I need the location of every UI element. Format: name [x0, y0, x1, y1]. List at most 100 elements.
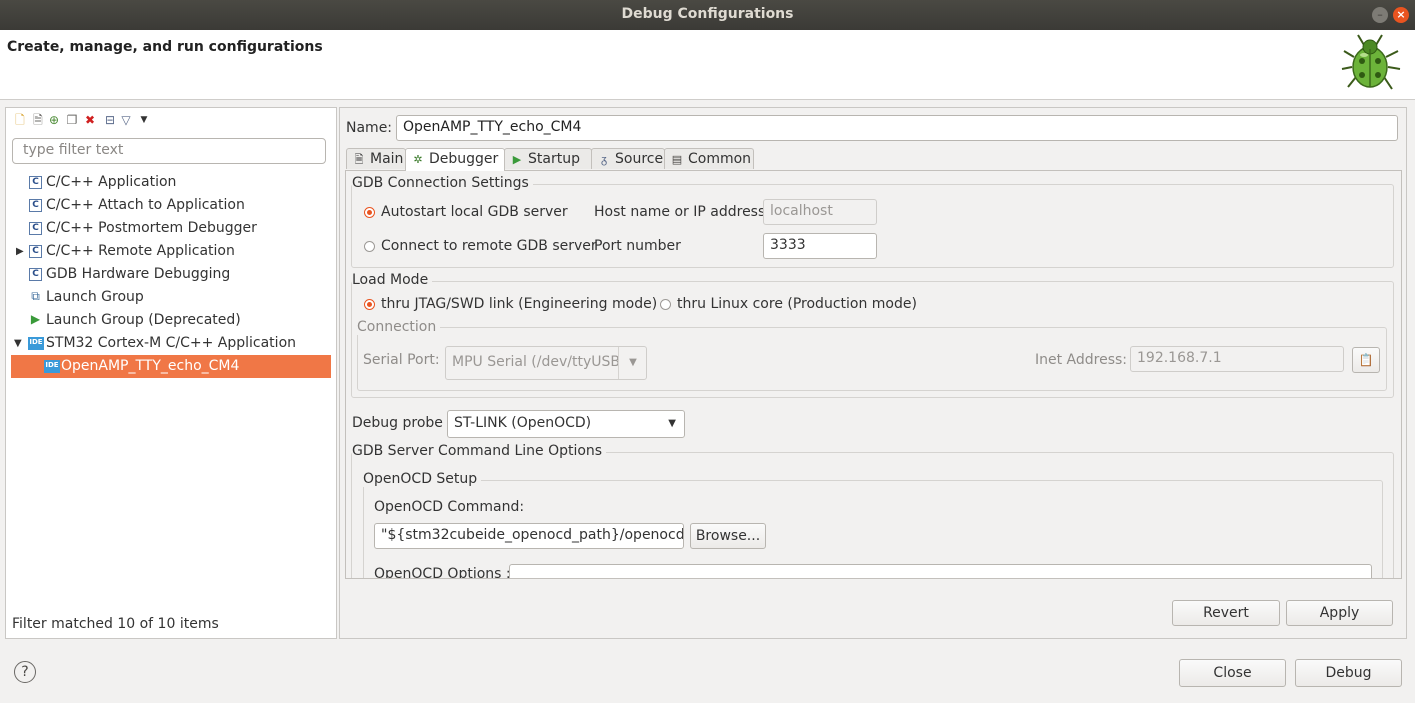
tree-item-launch-group-deprecated[interactable]: ▶ Launch Group (Deprecated)	[6, 309, 336, 332]
collapse-all-icon[interactable]: ⊟	[103, 113, 117, 127]
gdb-server-title: GDB Server Command Line Options	[352, 443, 607, 459]
tab-startup[interactable]: ▶ Startup	[504, 148, 592, 169]
load-mode-title: Load Mode	[352, 272, 433, 288]
c-config-icon: C	[29, 176, 42, 189]
tree-item-label: C/C++ Remote Application	[46, 243, 235, 259]
inet-address-label: Inet Address:	[1035, 352, 1128, 368]
new-prototype-icon[interactable]: 🗎	[31, 113, 45, 127]
revert-button[interactable]: Revert	[1172, 600, 1280, 626]
header-banner: Create, manage, and run configurations	[0, 30, 1415, 100]
tab-label: Main	[370, 151, 404, 167]
run-icon: ▶	[30, 312, 41, 326]
tree-item-label: C/C++ Attach to Application	[46, 197, 245, 213]
tab-common[interactable]: ▤ Common	[664, 148, 754, 169]
tree-item-c-application[interactable]: C C/C++ Application	[6, 171, 336, 194]
close-window-button[interactable]: ×	[1393, 7, 1409, 23]
tab-label: Common	[688, 151, 752, 167]
openocd-options-label: OpenOCD Options :	[374, 566, 511, 579]
debugger-tab-content: GDB Connection Settings Autostart local …	[345, 170, 1402, 579]
tab-label: Startup	[528, 151, 580, 167]
tab-main[interactable]: 🗎 Main	[346, 148, 406, 169]
expand-arrow-icon[interactable]: ▶	[16, 240, 24, 263]
help-icon[interactable]: ?	[14, 661, 36, 683]
tree-item-label: Launch Group (Deprecated)	[46, 312, 241, 328]
tab-debugger[interactable]: ✲ Debugger	[405, 148, 505, 171]
paste-icon[interactable]: 📋	[1352, 347, 1380, 373]
serial-port-label: Serial Port:	[363, 352, 440, 368]
export-config-icon[interactable]: ⊕	[47, 113, 61, 127]
tree-item-gdb-hardware[interactable]: C GDB Hardware Debugging	[6, 263, 336, 286]
c-config-icon: C	[29, 222, 42, 235]
configuration-editor: Name: OpenAMP_TTY_echo_CM4 🗎 Main ✲ Debugg…	[339, 107, 1407, 639]
startup-tab-icon: ▶	[512, 153, 522, 166]
c-config-icon: C	[29, 268, 42, 281]
jtag-mode-label: thru JTAG/SWD link (Engineering mode)	[381, 296, 658, 312]
connection-title: Connection	[357, 319, 441, 335]
connect-remote-label: Connect to remote GDB server	[381, 238, 597, 254]
tree-item-openamp-selected[interactable]: IDE OpenAMP_TTY_echo_CM4	[11, 355, 331, 378]
linux-mode-radio[interactable]	[660, 299, 671, 310]
delete-config-icon[interactable]: ✖	[83, 113, 97, 127]
ide-icon: IDE	[28, 337, 44, 350]
launch-group-icon: ⧉	[31, 289, 40, 303]
tab-source[interactable]: ᵹ Source	[591, 148, 665, 169]
c-config-icon: C	[29, 245, 42, 258]
filter-icon[interactable]: ▽	[119, 113, 133, 127]
name-label: Name:	[346, 120, 393, 136]
host-input[interactable]: localhost	[763, 199, 877, 225]
tree-item-label: OpenAMP_TTY_echo_CM4	[61, 358, 240, 374]
autostart-label: Autostart local GDB server	[381, 204, 568, 220]
minimize-button[interactable]: –	[1372, 7, 1388, 23]
tab-label: Debugger	[429, 151, 499, 167]
host-label: Host name or IP address	[594, 204, 766, 220]
common-tab-icon: ▤	[671, 153, 683, 166]
debug-probe-label: Debug probe	[352, 415, 443, 431]
duplicate-config-icon[interactable]: ❐	[65, 113, 79, 127]
debug-probe-value: ST-LINK (OpenOCD)	[454, 415, 592, 431]
name-input[interactable]: OpenAMP_TTY_echo_CM4	[396, 115, 1398, 141]
tree-item-stm32-cortex-m[interactable]: ▼ IDE STM32 Cortex-M C/C++ Application	[6, 332, 336, 355]
browse-button[interactable]: Browse...	[690, 523, 766, 549]
debug-probe-combo[interactable]: ST-LINK (OpenOCD) ▼	[447, 410, 685, 438]
tree-item-label: GDB Hardware Debugging	[46, 266, 231, 282]
close-button[interactable]: Close	[1179, 659, 1286, 687]
tree-item-label: STM32 Cortex-M C/C++ Application	[46, 335, 297, 351]
tree-item-c-remote[interactable]: ▶ C C/C++ Remote Application	[6, 240, 336, 263]
port-label: Port number	[594, 238, 681, 254]
tree-item-c-postmortem[interactable]: C C/C++ Postmortem Debugger	[6, 217, 336, 240]
openocd-command-label: OpenOCD Command:	[374, 499, 525, 515]
debug-button[interactable]: Debug	[1295, 659, 1402, 687]
tree-item-label: C/C++ Application	[46, 174, 177, 190]
filter-input[interactable]: type filter text	[12, 138, 326, 164]
new-config-icon[interactable]: 🗋	[13, 113, 27, 127]
connect-remote-radio[interactable]	[364, 241, 375, 252]
configuration-tree-panel: 🗋 🗎 ⊕ ❐ ✖ ⊟ ▽ ▼ type filter text C C/C++…	[5, 107, 337, 639]
collapse-arrow-icon[interactable]: ▼	[14, 332, 22, 355]
openocd-setup-title: OpenOCD Setup	[363, 471, 482, 487]
tree-item-c-attach[interactable]: C C/C++ Attach to Application	[6, 194, 336, 217]
chevron-down-icon: ▼	[668, 418, 676, 429]
filter-status: Filter matched 10 of 10 items	[12, 616, 219, 632]
c-config-icon: C	[29, 199, 42, 212]
openocd-command-input[interactable]: "${stm32cubeide_openocd_path}/openocd"	[374, 523, 684, 549]
apply-button[interactable]: Apply	[1286, 600, 1393, 626]
tree-item-label: Launch Group	[46, 289, 144, 305]
view-menu-icon[interactable]: ▼	[137, 113, 151, 127]
tree-item-launch-group[interactable]: ⧉ Launch Group	[6, 286, 336, 309]
tab-label: Source	[615, 151, 664, 167]
autostart-radio[interactable]	[364, 207, 375, 218]
window-titlebar: Debug Configurations – ×	[0, 0, 1415, 30]
tree-item-label: C/C++ Postmortem Debugger	[46, 220, 257, 236]
debugger-tab-icon: ✲	[413, 153, 423, 166]
gdb-connection-title: GDB Connection Settings	[352, 175, 533, 191]
debug-bug-icon	[1341, 34, 1401, 90]
serial-dropdown-icon[interactable]: ▼	[618, 347, 647, 379]
inet-address-input[interactable]: 192.168.7.1	[1130, 346, 1344, 372]
serial-port-combo[interactable]: MPU Serial (/dev/ttyUSB	[445, 346, 647, 380]
window-title: Debug Configurations	[621, 6, 794, 22]
openocd-options-input[interactable]	[509, 564, 1372, 578]
serial-port-value: MPU Serial (/dev/ttyUSB	[452, 354, 620, 370]
jtag-mode-radio[interactable]	[364, 299, 375, 310]
source-tab-icon: ᵹ	[600, 153, 608, 166]
port-input[interactable]: 3333	[763, 233, 877, 259]
